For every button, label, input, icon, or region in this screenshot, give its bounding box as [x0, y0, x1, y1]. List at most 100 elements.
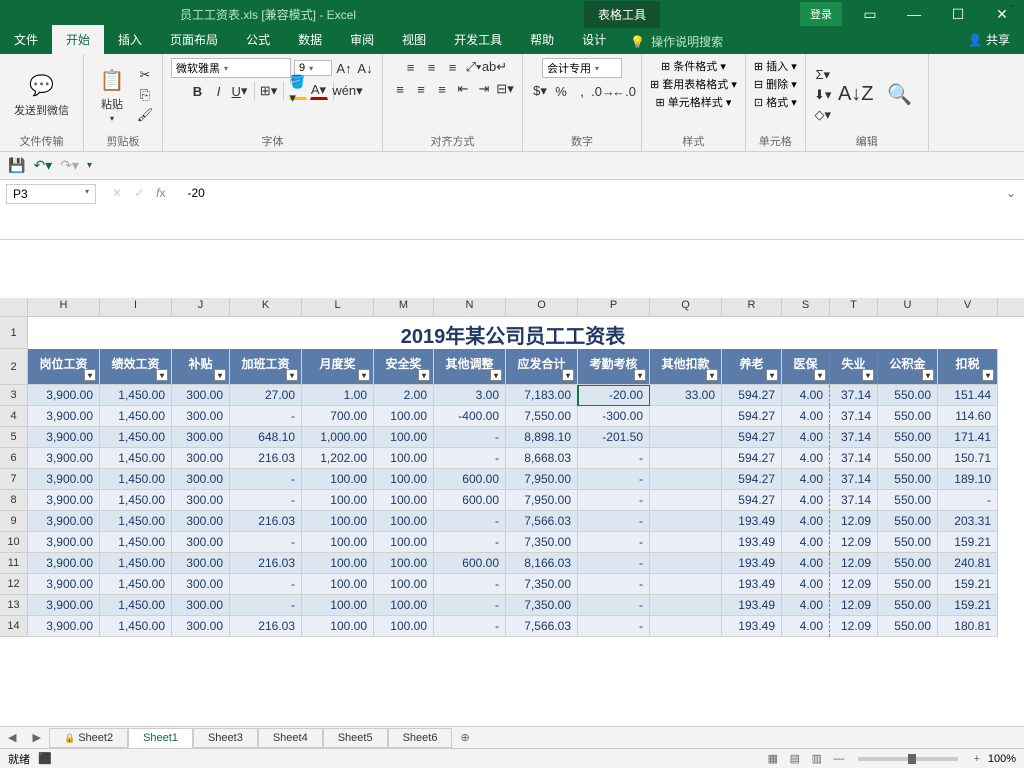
align-right-icon[interactable]: ≡: [433, 80, 451, 98]
cell[interactable]: 1,450.00: [100, 511, 172, 532]
zoom-slider[interactable]: [858, 757, 958, 761]
row-header[interactable]: 14: [0, 616, 28, 637]
col-header-V[interactable]: V: [938, 298, 998, 316]
cell[interactable]: [650, 553, 722, 574]
cell[interactable]: -: [434, 616, 506, 637]
cell[interactable]: 3,900.00: [28, 532, 100, 553]
cell[interactable]: [650, 574, 722, 595]
col-header-M[interactable]: M: [374, 298, 434, 316]
filter-dropdown-icon[interactable]: ▾: [562, 369, 574, 381]
cell[interactable]: 159.21: [938, 574, 998, 595]
tab-help[interactable]: 帮助: [516, 25, 568, 54]
enter-formula-icon[interactable]: ✓: [134, 186, 144, 200]
sheet-tab-Sheet2[interactable]: 🔒 Sheet2: [49, 728, 128, 748]
cell[interactable]: 1,450.00: [100, 532, 172, 553]
cell[interactable]: 3,900.00: [28, 595, 100, 616]
column-filter-9[interactable]: 其他扣款▾: [650, 349, 722, 385]
cell[interactable]: 37.14: [830, 406, 878, 427]
cell[interactable]: 100.00: [302, 469, 374, 490]
currency-icon[interactable]: $▾: [531, 82, 549, 100]
filter-dropdown-icon[interactable]: ▾: [814, 369, 826, 381]
cell[interactable]: 3,900.00: [28, 406, 100, 427]
align-center-icon[interactable]: ≡: [412, 80, 430, 98]
filter-dropdown-icon[interactable]: ▾: [418, 369, 430, 381]
cond-format-button[interactable]: ⊞ 条件格式 ▾: [661, 58, 726, 74]
cell[interactable]: 300.00: [172, 385, 230, 406]
tab-layout[interactable]: 页面布局: [156, 25, 232, 54]
phonetic-icon[interactable]: wén▾: [339, 82, 357, 100]
cell[interactable]: [650, 490, 722, 511]
sheet-tab-Sheet4[interactable]: Sheet4: [258, 728, 323, 748]
worksheet-grid[interactable]: HIJKLMNOPQRSTUV 12019年某公司员工工资表2岗位工资▾绩效工资…: [0, 298, 1024, 728]
column-filter-5[interactable]: 安全奖▾: [374, 349, 434, 385]
cell[interactable]: 1,450.00: [100, 574, 172, 595]
row-header[interactable]: 4: [0, 406, 28, 427]
cell[interactable]: 300.00: [172, 448, 230, 469]
page-layout-view-icon[interactable]: ▤: [784, 752, 806, 765]
cell[interactable]: 193.49: [722, 511, 782, 532]
cell[interactable]: 300.00: [172, 616, 230, 637]
cell[interactable]: -: [578, 469, 650, 490]
cell[interactable]: 100.00: [374, 406, 434, 427]
sheet-nav-prev-icon[interactable]: ◀: [0, 731, 24, 744]
cell[interactable]: -: [434, 574, 506, 595]
underline-icon[interactable]: U▾: [231, 82, 249, 100]
cell[interactable]: 600.00: [434, 553, 506, 574]
cell[interactable]: 8,166.03: [506, 553, 578, 574]
cell[interactable]: 180.81: [938, 616, 998, 637]
cell[interactable]: 151.44: [938, 385, 998, 406]
italic-icon[interactable]: I: [210, 82, 228, 100]
cell[interactable]: 550.00: [878, 616, 938, 637]
cell[interactable]: -: [434, 595, 506, 616]
cell[interactable]: 4.00: [782, 448, 830, 469]
cell[interactable]: 100.00: [302, 490, 374, 511]
cell[interactable]: 7,566.03: [506, 511, 578, 532]
cell[interactable]: -: [230, 574, 302, 595]
cell[interactable]: 7,350.00: [506, 532, 578, 553]
cell[interactable]: 193.49: [722, 595, 782, 616]
expand-formula-icon[interactable]: ⌄: [998, 184, 1024, 202]
close-icon[interactable]: ✕: [980, 1, 1024, 28]
filter-dropdown-icon[interactable]: ▾: [922, 369, 934, 381]
shrink-font-icon[interactable]: A↓: [356, 59, 374, 77]
col-header-H[interactable]: H: [28, 298, 100, 316]
clear-icon[interactable]: ◇▾: [814, 106, 832, 124]
dec-decimal-icon[interactable]: ←.0: [615, 82, 633, 100]
redo-icon[interactable]: ↷▾: [60, 157, 79, 174]
merge-icon[interactable]: ⊟▾: [496, 80, 514, 98]
number-format-combo[interactable]: 会计专用▾: [542, 58, 622, 78]
cell[interactable]: 216.03: [230, 448, 302, 469]
cell[interactable]: 8,668.03: [506, 448, 578, 469]
cell[interactable]: 600.00: [434, 469, 506, 490]
cell[interactable]: 1,450.00: [100, 553, 172, 574]
paste-button[interactable]: 📋粘贴▾: [92, 64, 132, 125]
cell[interactable]: 550.00: [878, 553, 938, 574]
filter-dropdown-icon[interactable]: ▾: [156, 369, 168, 381]
cell[interactable]: 4.00: [782, 553, 830, 574]
wrap-text-icon[interactable]: ab↵: [486, 58, 504, 76]
filter-dropdown-icon[interactable]: ▾: [634, 369, 646, 381]
cell[interactable]: 240.81: [938, 553, 998, 574]
column-filter-8[interactable]: 考勤考核▾: [578, 349, 650, 385]
cell[interactable]: 4.00: [782, 490, 830, 511]
sheet-tab-Sheet5[interactable]: Sheet5: [323, 728, 388, 748]
orientation-icon[interactable]: ⤢▾: [465, 58, 483, 76]
cell[interactable]: 100.00: [374, 532, 434, 553]
cell[interactable]: -: [578, 448, 650, 469]
cell[interactable]: 159.21: [938, 532, 998, 553]
cell[interactable]: -: [578, 616, 650, 637]
cell[interactable]: 3,900.00: [28, 427, 100, 448]
cell[interactable]: 27.00: [230, 385, 302, 406]
cell[interactable]: 1,450.00: [100, 406, 172, 427]
cancel-formula-icon[interactable]: ✕: [112, 186, 122, 200]
cell[interactable]: -: [230, 595, 302, 616]
cell[interactable]: 3.00: [434, 385, 506, 406]
cell[interactable]: 193.49: [722, 574, 782, 595]
column-filter-2[interactable]: 补贴▾: [172, 349, 230, 385]
indent-left-icon[interactable]: ⇤: [454, 80, 472, 98]
column-filter-14[interactable]: 扣税▾: [938, 349, 998, 385]
filter-dropdown-icon[interactable]: ▾: [358, 369, 370, 381]
col-header-T[interactable]: T: [830, 298, 878, 316]
cell[interactable]: 594.27: [722, 385, 782, 406]
cell[interactable]: [650, 511, 722, 532]
